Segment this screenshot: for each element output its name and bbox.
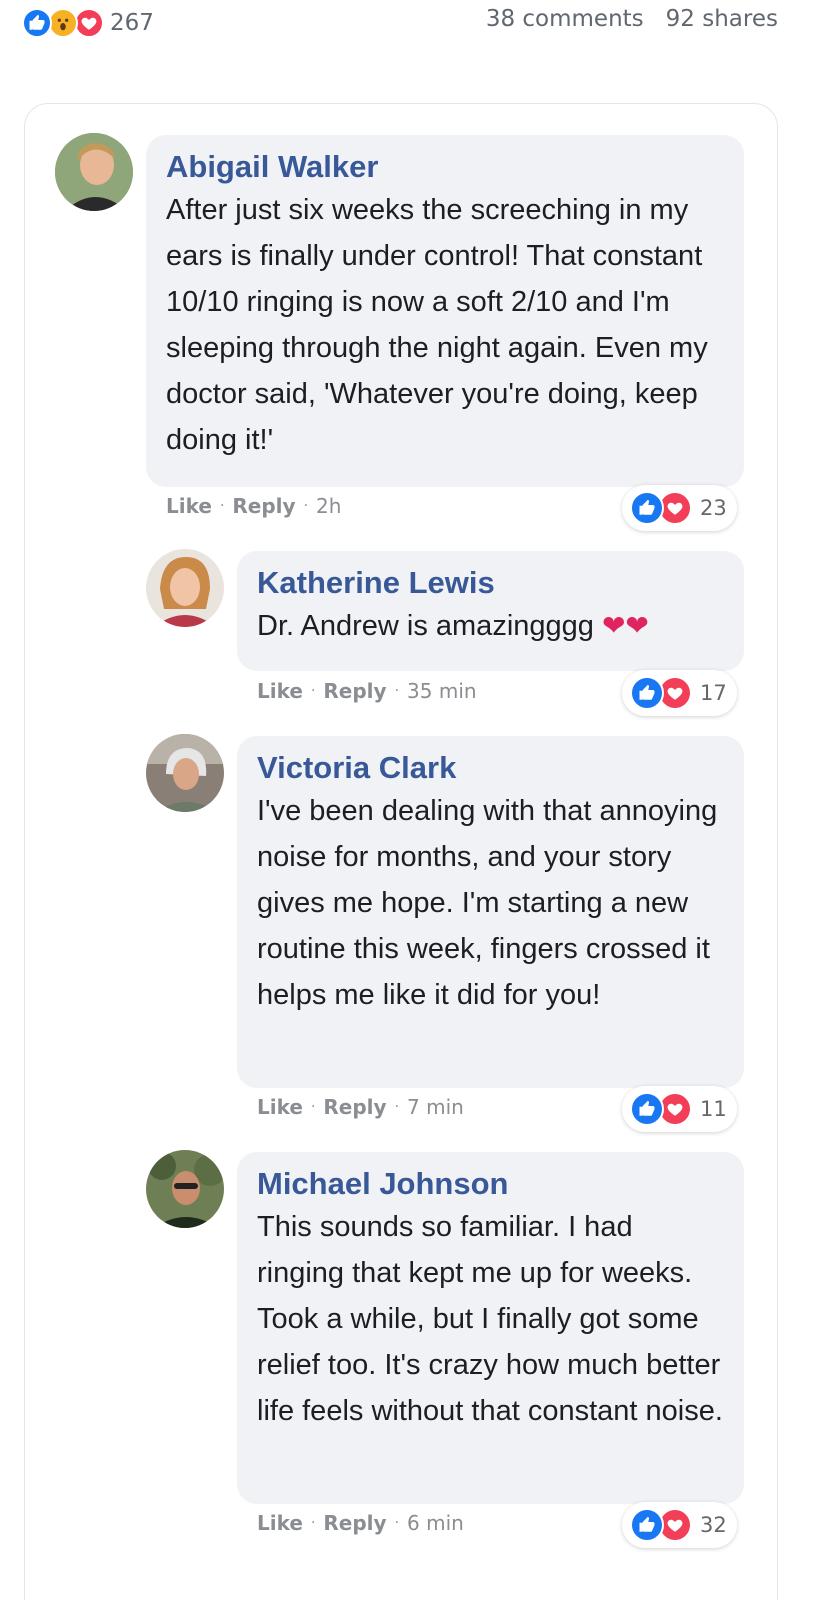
reactions-pill[interactable]: 11 <box>622 1086 737 1132</box>
comment-actions: Like · Reply · 35 min <box>257 679 477 703</box>
reaction-count: 23 <box>700 496 727 520</box>
reaction-count: 17 <box>700 681 727 705</box>
comment-timestamp: 2h <box>316 494 342 518</box>
like-button[interactable]: Like <box>257 1095 303 1119</box>
avatar[interactable] <box>146 734 224 812</box>
comment-bubble: Katherine Lewis Dr. Andrew is amazingggg… <box>237 551 744 671</box>
shares-count-link[interactable]: 92 shares <box>666 6 778 32</box>
reply-button[interactable]: Reply <box>323 1095 386 1119</box>
comment-text-line: Dr. Andrew is amazingggg ❤❤ <box>257 603 724 649</box>
reactions-pill[interactable]: 23 <box>622 485 737 531</box>
reactions-pill[interactable]: 32 <box>622 1502 737 1548</box>
like-button[interactable]: Like <box>257 1511 303 1535</box>
comment-bubble: Abigail Walker After just six weeks the … <box>146 135 744 487</box>
reactions-pill[interactable]: 17 <box>622 670 737 716</box>
comment-timestamp: 35 min <box>407 679 477 703</box>
reaction-count: 11 <box>700 1097 727 1121</box>
comment-author[interactable]: Michael Johnson <box>257 1164 724 1204</box>
like-icon <box>630 676 664 710</box>
comment-bubble: Victoria Clark I've been dealing with th… <box>237 736 744 1088</box>
avatar[interactable] <box>146 549 224 627</box>
comment-actions: Like · Reply · 2h <box>166 494 342 518</box>
comment-text: This sounds so familiar. I had ringing t… <box>257 1211 723 1427</box>
wow-icon <box>48 8 78 38</box>
reaction-count: 32 <box>700 1513 727 1537</box>
post-stats-bar: 267 38 comments 92 shares <box>0 0 816 46</box>
comment-author[interactable]: Victoria Clark <box>257 748 724 788</box>
avatar[interactable] <box>55 133 133 211</box>
comment-text: Dr. Andrew is amazingggg <box>257 610 594 642</box>
comments-count-link[interactable]: 38 comments <box>486 6 644 32</box>
avatar[interactable] <box>146 1150 224 1228</box>
reply-button[interactable]: Reply <box>323 679 386 703</box>
like-icon <box>630 1508 664 1542</box>
love-icon <box>74 8 104 38</box>
comment-timestamp: 6 min <box>407 1511 464 1535</box>
like-icon <box>630 1092 664 1126</box>
like-icon <box>22 8 52 38</box>
comment-text: I've been dealing with that annoying noi… <box>257 795 718 1011</box>
reply-button[interactable]: Reply <box>323 1511 386 1535</box>
reactions-summary[interactable]: 267 <box>22 7 154 39</box>
comment-text: After just six weeks the screeching in m… <box>166 194 708 456</box>
comment-author[interactable]: Katherine Lewis <box>257 563 724 603</box>
like-button[interactable]: Like <box>257 679 303 703</box>
comment-actions: Like · Reply · 6 min <box>257 1511 464 1535</box>
heart-emoji-icon: ❤❤ <box>601 610 649 641</box>
comment-author[interactable]: Abigail Walker <box>166 147 724 187</box>
comment-actions: Like · Reply · 7 min <box>257 1095 464 1119</box>
comment-timestamp: 7 min <box>407 1095 464 1119</box>
like-icon <box>630 491 664 525</box>
reply-button[interactable]: Reply <box>232 494 295 518</box>
reactions-count: 267 <box>110 10 154 36</box>
like-button[interactable]: Like <box>166 494 212 518</box>
comment-bubble: Michael Johnson This sounds so familiar.… <box>237 1152 744 1504</box>
